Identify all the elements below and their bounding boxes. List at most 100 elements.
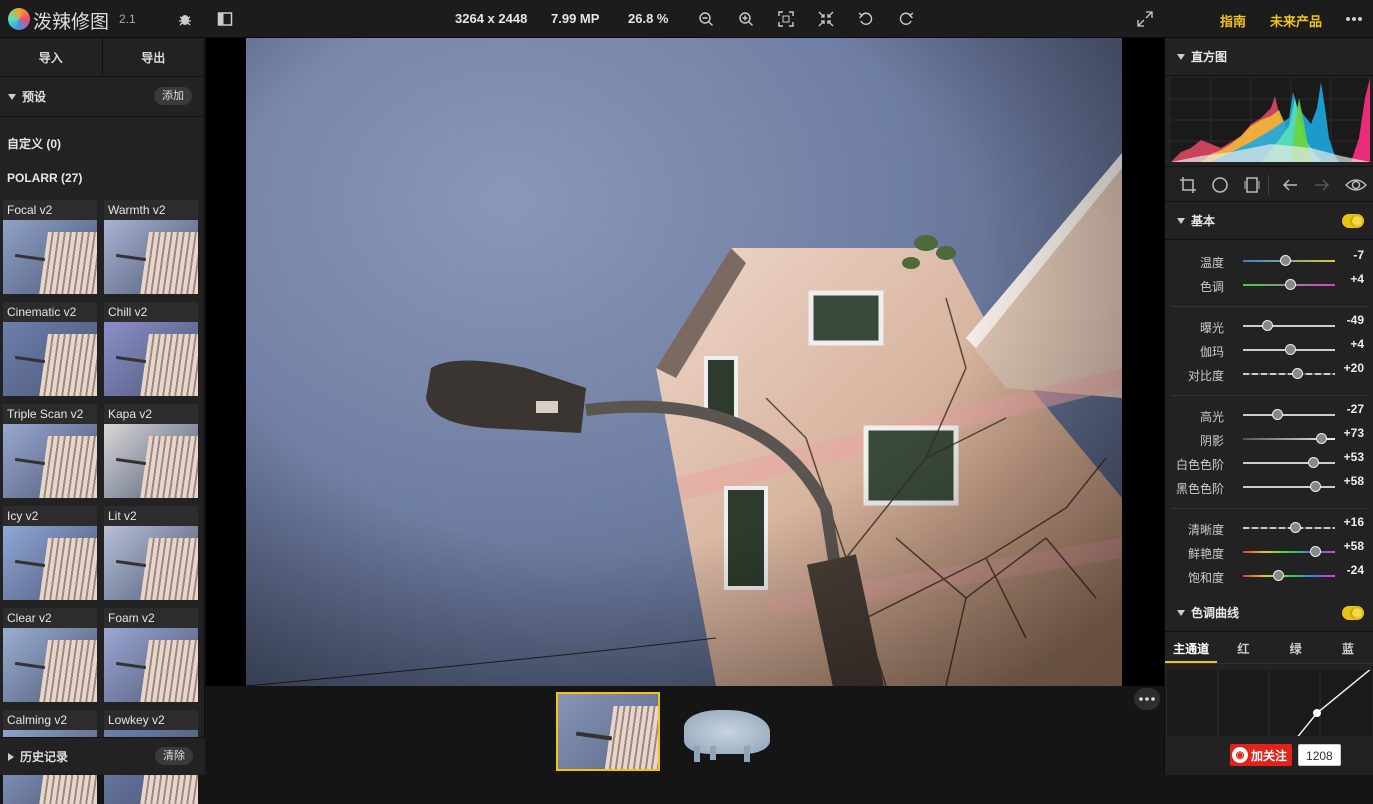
preset-name: Lit v2: [104, 506, 198, 526]
tab-master-channel[interactable]: 主通道: [1165, 634, 1218, 663]
slider-value[interactable]: -49: [1347, 313, 1364, 327]
slider-value[interactable]: +16: [1344, 515, 1364, 529]
tab-green-channel[interactable]: 绿: [1270, 634, 1322, 663]
slider-handle[interactable]: [1284, 279, 1296, 290]
tone-curve-toggle[interactable]: [1342, 606, 1364, 620]
slider-handle[interactable]: [1309, 546, 1321, 557]
preset-tile[interactable]: Kapa v2: [104, 404, 198, 498]
slider-track[interactable]: [1243, 462, 1335, 464]
slider-value[interactable]: +4: [1350, 272, 1364, 286]
slider-track[interactable]: [1243, 325, 1335, 327]
future-products-link[interactable]: 未来产品: [1270, 11, 1322, 30]
adjustment-slider-row: 阴影 +73: [1165, 426, 1373, 452]
preset-tile[interactable]: Focal v2: [3, 200, 97, 294]
export-button[interactable]: 导出: [103, 38, 205, 76]
eye-icon[interactable]: [1344, 175, 1368, 195]
tone-curve-header[interactable]: 色调曲线: [1165, 594, 1373, 632]
image-canvas[interactable]: [206, 38, 1164, 686]
fullscreen-icon[interactable]: [1134, 8, 1156, 30]
preset-name: Calming v2: [3, 710, 97, 730]
basic-header[interactable]: 基本: [1165, 202, 1373, 240]
slider-track[interactable]: [1243, 486, 1335, 488]
filmstrip-thumb-bear[interactable]: [676, 692, 780, 771]
slider-value[interactable]: +58: [1344, 539, 1364, 553]
slider-value[interactable]: +4: [1350, 337, 1364, 351]
zoom-out-icon[interactable]: [695, 8, 717, 30]
crop-icon[interactable]: [1178, 175, 1198, 195]
slider-track[interactable]: [1243, 373, 1335, 375]
history-header[interactable]: 历史记录 清除: [0, 737, 205, 775]
rotate-right-icon[interactable]: [895, 8, 917, 30]
curve-channel-tabs: 主通道 红 绿 蓝: [1165, 634, 1373, 664]
filmstrip-more-icon[interactable]: [1134, 688, 1160, 710]
rotate-left-icon[interactable]: [855, 8, 877, 30]
preset-thumbnail: [104, 220, 198, 294]
slider-handle[interactable]: [1289, 522, 1301, 533]
slider-divider: [1171, 395, 1368, 396]
clear-history-button[interactable]: 清除: [155, 747, 193, 765]
preset-tile[interactable]: Warmth v2: [104, 200, 198, 294]
preset-tile[interactable]: Foam v2: [104, 608, 198, 702]
sidebar-icon[interactable]: [214, 8, 236, 30]
slider-value[interactable]: -7: [1353, 248, 1364, 262]
zoom-in-icon[interactable]: [735, 8, 757, 30]
slider-handle[interactable]: [1280, 255, 1292, 266]
presets-header[interactable]: 预设 添加: [0, 77, 204, 117]
slider-track[interactable]: [1243, 575, 1335, 577]
slider-handle[interactable]: [1261, 320, 1273, 331]
slider-handle[interactable]: [1316, 433, 1328, 444]
redo-icon[interactable]: [1312, 175, 1332, 195]
tab-blue-channel[interactable]: 蓝: [1322, 634, 1373, 663]
actual-size-icon[interactable]: [815, 8, 837, 30]
app-logo: [8, 8, 30, 30]
tab-red-channel[interactable]: 红: [1217, 634, 1269, 663]
slider-value[interactable]: -24: [1347, 563, 1364, 577]
slider-handle[interactable]: [1284, 344, 1296, 355]
adjustment-slider-row: 色调 +4: [1165, 272, 1373, 298]
slider-value[interactable]: +58: [1344, 474, 1364, 488]
preset-tile[interactable]: Cinematic v2: [3, 302, 97, 396]
slider-handle[interactable]: [1272, 570, 1284, 581]
slider-value[interactable]: +73: [1344, 426, 1364, 440]
preset-thumbnail: [3, 526, 97, 600]
slider-track[interactable]: [1243, 414, 1335, 416]
filmstrip-thumb-active[interactable]: [556, 692, 660, 771]
slider-value[interactable]: -27: [1347, 402, 1364, 416]
tone-curve-editor[interactable]: [1167, 670, 1372, 736]
weibo-follow-button[interactable]: ◉ 加关注: [1230, 744, 1293, 766]
slider-handle[interactable]: [1309, 481, 1321, 492]
slider-handle[interactable]: [1272, 409, 1284, 420]
slider-handle[interactable]: [1292, 368, 1304, 379]
import-button[interactable]: 导入: [0, 38, 103, 76]
undo-icon[interactable]: [1280, 175, 1300, 195]
preset-thumbnail: [104, 424, 198, 498]
adjustment-slider-row: 鲜艳度 +58: [1165, 539, 1373, 565]
guide-link[interactable]: 指南: [1220, 11, 1246, 30]
more-icon[interactable]: [1343, 8, 1365, 30]
polarr-group[interactable]: POLARR (27): [7, 171, 82, 185]
preset-tile[interactable]: Chill v2: [104, 302, 198, 396]
preset-tile[interactable]: Clear v2: [3, 608, 97, 702]
slider-handle[interactable]: [1307, 457, 1319, 468]
preset-tile[interactable]: Icy v2: [3, 506, 97, 600]
circle-mask-icon[interactable]: [1210, 175, 1230, 195]
adjustment-slider-row: 高光 -27: [1165, 402, 1373, 428]
histogram-header[interactable]: 直方图: [1165, 38, 1373, 76]
slider-value[interactable]: +20: [1344, 361, 1364, 375]
preset-tile[interactable]: Triple Scan v2: [3, 404, 97, 498]
bug-icon[interactable]: [174, 8, 196, 30]
fit-screen-icon[interactable]: [775, 8, 797, 30]
preset-tile[interactable]: Lit v2: [104, 506, 198, 600]
adjustment-slider-row: 伽玛 +4: [1165, 337, 1373, 363]
slider-label: 曝光: [1199, 321, 1224, 335]
custom-group[interactable]: 自定义 (0): [7, 135, 61, 152]
transform-icon[interactable]: [1242, 175, 1262, 195]
add-preset-button[interactable]: 添加: [154, 87, 192, 105]
slider-track[interactable]: [1243, 551, 1335, 553]
adjustment-slider-row: 清晰度 +16: [1165, 515, 1373, 541]
adjustment-slider-row: 对比度 +20: [1165, 361, 1373, 387]
basic-toggle[interactable]: [1342, 214, 1364, 228]
expand-triangle-icon: [8, 752, 14, 761]
preset-name: Icy v2: [3, 506, 97, 526]
slider-value[interactable]: +53: [1344, 450, 1364, 464]
